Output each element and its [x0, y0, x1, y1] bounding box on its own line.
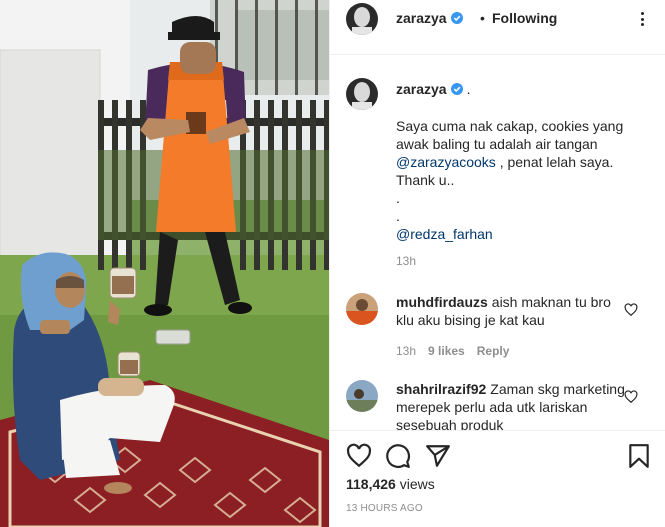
caption-line-text: , penat lelah saya.	[495, 154, 614, 170]
commenter-username[interactable]: muhdfirdauzs	[396, 294, 488, 310]
bookmark-icon[interactable]	[626, 443, 652, 469]
heart-icon[interactable]	[346, 443, 372, 469]
verified-badge-icon	[450, 83, 463, 95]
caption-author-avatar[interactable]	[346, 78, 378, 110]
author-avatar[interactable]	[346, 3, 378, 35]
post-timestamp[interactable]: 13 HOURS AGO	[346, 503, 423, 514]
caption-line: Saya cuma nak cakap, cookies yang	[396, 118, 624, 134]
caption-line: @redza_farhan	[396, 225, 656, 243]
comment-like-heart-icon[interactable]	[624, 303, 638, 317]
author-username-text[interactable]: zarazya	[396, 10, 447, 26]
post-header: zarazya • Following	[330, 0, 665, 55]
caption-line: .	[396, 208, 400, 224]
instagram-post-modal: zarazya • Following zarazya. Saya cuma n…	[0, 0, 665, 527]
commenter-username[interactable]: shahrilrazif92	[396, 381, 486, 397]
caption-timestamp[interactable]: 13h	[396, 254, 416, 268]
views-count[interactable]: 118,426 views	[346, 476, 435, 492]
caption-line: awak baling tu adalah air tangan	[396, 136, 598, 152]
views-number: 118,426	[346, 476, 396, 492]
caption-line: @zarazyacooks , penat lelah saya.	[396, 153, 656, 171]
commenter-avatar[interactable]	[346, 380, 378, 412]
comment-timestamp[interactable]: 13h	[396, 344, 416, 358]
comment-meta: 13h 9 likes Reply	[396, 344, 509, 358]
mention-link[interactable]: @redza_farhan	[396, 226, 493, 242]
caption-username[interactable]: zarazya.	[396, 81, 470, 97]
post-actions: 118,426 views 13 HOURS AGO	[330, 430, 665, 527]
comment-body: muhdfirdauzs aish maknan tu bro klu aku b…	[396, 293, 626, 329]
more-options-icon[interactable]	[634, 11, 652, 27]
comments-list[interactable]: zarazya. Saya cuma nak cakap, cookies ya…	[330, 56, 665, 430]
views-label: views	[399, 476, 435, 492]
caption-line: Thank u..	[396, 172, 455, 188]
share-icon[interactable]	[425, 443, 451, 469]
post-video[interactable]	[0, 0, 329, 527]
author-username[interactable]: zarazya	[396, 10, 463, 26]
comment-icon[interactable]	[385, 443, 411, 469]
comment-body: shahrilrazif92 Zaman skg marketing merepe…	[396, 380, 626, 430]
comment-like-heart-icon[interactable]	[624, 390, 638, 404]
video-frame-illustration	[0, 0, 329, 527]
following-button[interactable]: Following	[492, 10, 557, 26]
post-details-pane: zarazya • Following zarazya. Saya cuma n…	[330, 0, 665, 527]
mention-link[interactable]: @zarazyacooks	[396, 154, 496, 170]
caption-username-text[interactable]: zarazya	[396, 81, 447, 97]
comment-likes[interactable]: 9 likes	[428, 344, 465, 358]
caption-suffix: .	[466, 81, 471, 97]
header-separator: •	[480, 10, 485, 26]
reply-button[interactable]: Reply	[477, 344, 510, 358]
caption-text: Saya cuma nak cakap, cookies yang awak b…	[396, 117, 656, 243]
verified-badge-icon	[450, 12, 463, 24]
caption-line: .	[396, 190, 400, 206]
commenter-avatar[interactable]	[346, 293, 378, 325]
